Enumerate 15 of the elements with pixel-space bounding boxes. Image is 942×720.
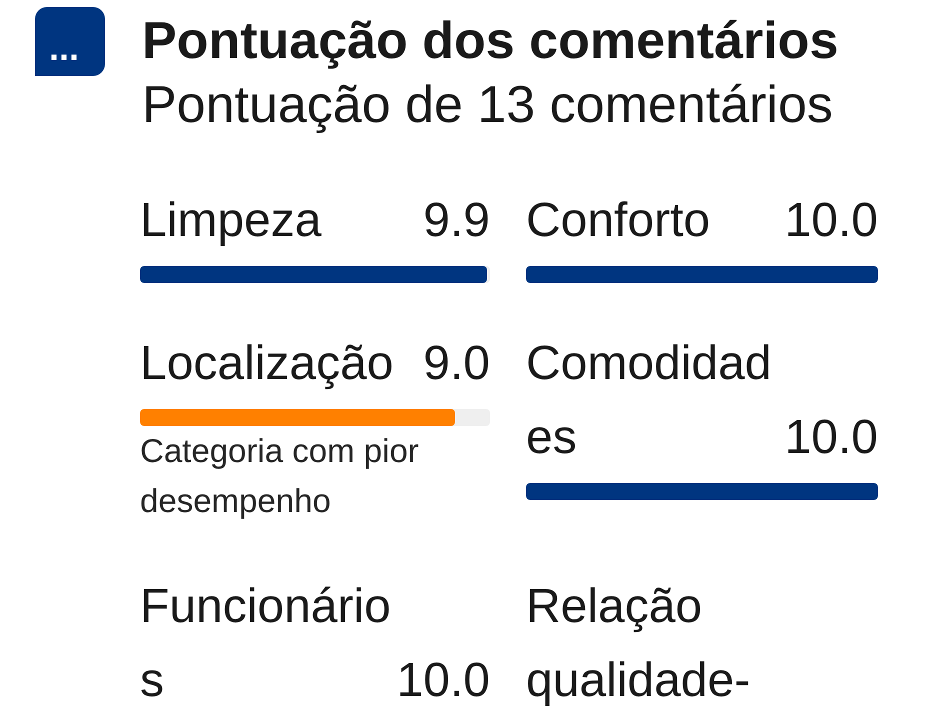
category-name: Limpeza <box>140 193 322 249</box>
category-note: Categoria com pior desempenho <box>140 431 420 521</box>
section-title: Pontuação dos comentários <box>142 11 838 72</box>
category-name: Conforto <box>526 193 712 249</box>
category-name: Comodidades <box>526 336 772 466</box>
score-badge: ... <box>35 7 105 76</box>
category-score: 9.0 <box>423 336 490 392</box>
category-score: 10.0 <box>396 653 490 709</box>
review-count-subtitle: Pontuação de 13 comentários <box>142 75 834 136</box>
category-score: 10.0 <box>784 410 878 466</box>
category-score: 10.0 <box>784 193 878 249</box>
category-name: Funcionários <box>140 579 392 709</box>
category-name: Relação qualidade- <box>526 579 752 709</box>
category-score: 9.9 <box>423 193 490 249</box>
category-name: Localização <box>140 336 394 392</box>
